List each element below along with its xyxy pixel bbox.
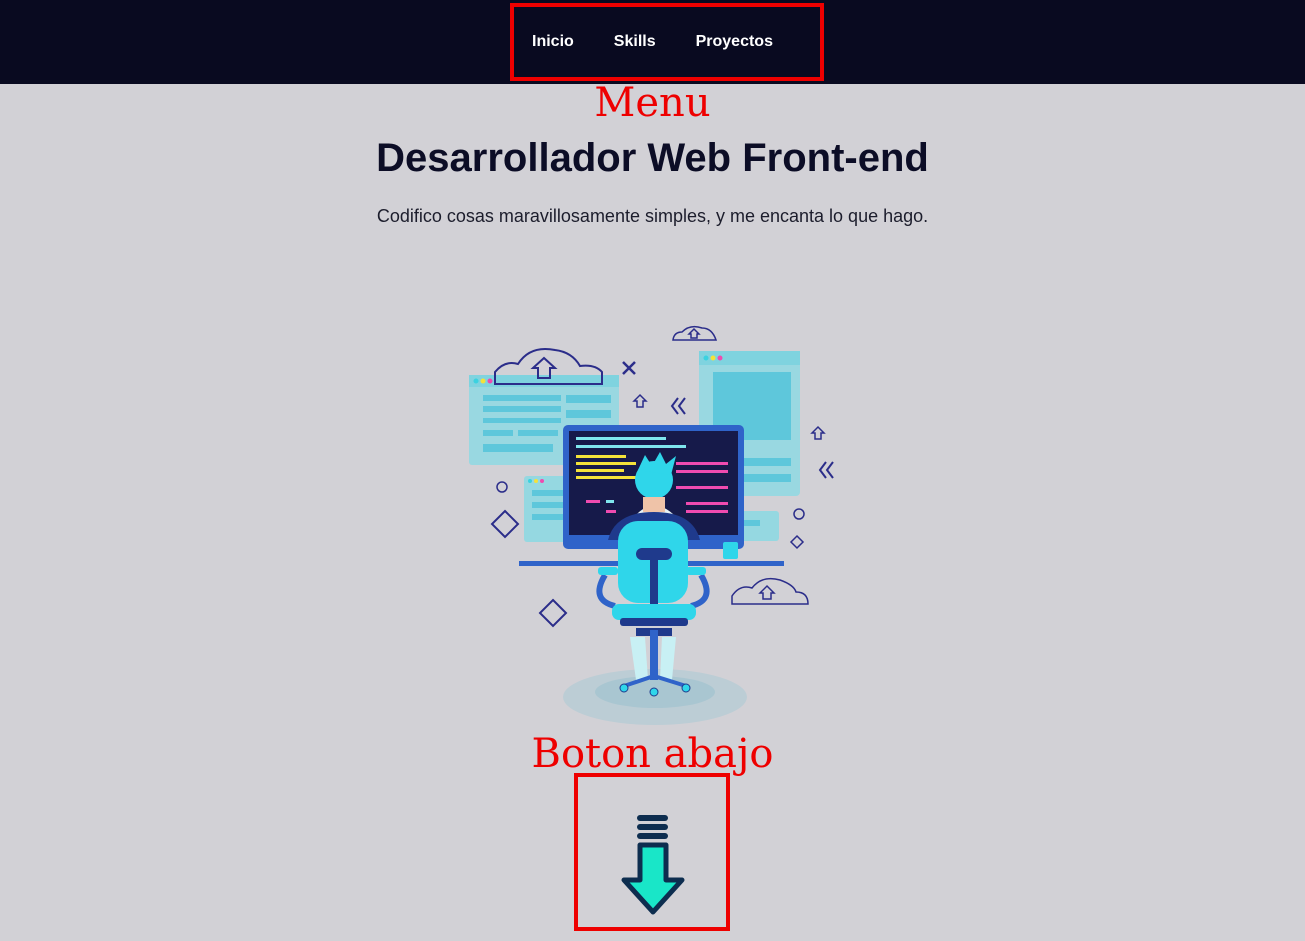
arrow-down-icon: [621, 815, 685, 915]
hero-subtitle: Codifico cosas maravillosamente simples,…: [376, 206, 929, 226]
menu-annotation-box: [510, 3, 824, 81]
scroll-down-button[interactable]: [610, 810, 694, 925]
button-annotation-label: Boton abajo: [531, 731, 774, 777]
hero-title: Desarrollador Web Front-end: [376, 136, 929, 180]
menu-annotation-label: Menu: [594, 80, 711, 126]
developer-at-desk-illustration: [469, 325, 834, 725]
